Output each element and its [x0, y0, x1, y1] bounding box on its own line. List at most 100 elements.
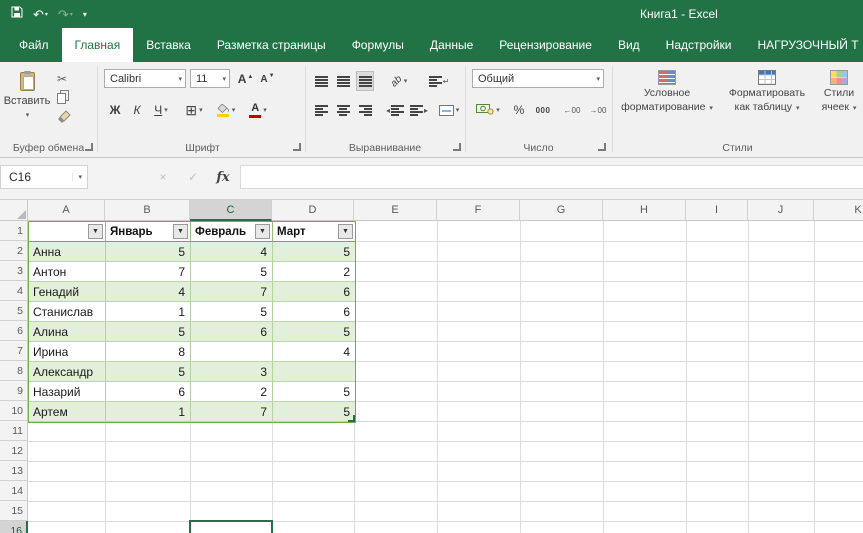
cell-C7[interactable] [191, 342, 273, 361]
cell-B8[interactable]: 5 [106, 362, 191, 381]
column-header-J[interactable]: J [748, 200, 814, 221]
format-painter-button[interactable] [54, 110, 90, 127]
decrease-font-button[interactable]: А▼ [258, 69, 276, 89]
cell-A8[interactable]: Александр [29, 362, 106, 381]
cancel-entry-button[interactable]: × [150, 165, 176, 189]
column-header-B[interactable]: B [105, 200, 190, 221]
cell-D10[interactable]: 5 [273, 402, 355, 421]
number-format-select[interactable]: Общий ▾ [472, 69, 604, 88]
font-family-select[interactable]: Calibri ▾ [104, 69, 186, 88]
paste-button[interactable]: Вставить ▾ [4, 66, 50, 142]
column-header-E[interactable]: E [354, 200, 437, 221]
column-header-H[interactable]: H [603, 200, 686, 221]
percent-style-button[interactable]: % [510, 100, 528, 120]
tab-insert[interactable]: Вставка [133, 28, 204, 62]
row-header-5[interactable]: 5 [0, 301, 28, 321]
filter-button[interactable]: ▼ [173, 224, 188, 239]
align-bottom-button[interactable] [356, 71, 374, 91]
row-header-13[interactable]: 13 [0, 461, 28, 481]
tab-add-ins[interactable]: Надстройки [653, 28, 745, 62]
cell-C2[interactable]: 4 [191, 242, 273, 261]
tab-formulas[interactable]: Формулы [339, 28, 417, 62]
cell-D2[interactable]: 5 [273, 242, 355, 261]
merge-center-button[interactable]: ▾ [434, 100, 464, 120]
align-top-button[interactable] [312, 71, 330, 91]
cell-A7[interactable]: Ирина [29, 342, 106, 361]
cell-B10[interactable]: 1 [106, 402, 191, 421]
table-header-cell[interactable]: Январь▼ [106, 222, 191, 242]
cell-A4[interactable]: Генадий [29, 282, 106, 301]
row-header-9[interactable]: 9 [0, 381, 28, 401]
row-header-11[interactable]: 11 [0, 421, 28, 441]
conditional-formatting-button[interactable]: Условное форматирование ▾ [618, 66, 716, 144]
increase-decimal-button[interactable]: ←00 [560, 100, 584, 120]
row-header-14[interactable]: 14 [0, 481, 28, 501]
orientation-button[interactable]: ab ▾ [384, 71, 414, 91]
alignment-dialog-launcher[interactable] [453, 143, 461, 151]
cell-D9[interactable]: 5 [273, 382, 355, 401]
cell-A3[interactable]: Антон [29, 262, 106, 281]
cell-B5[interactable]: 1 [106, 302, 191, 321]
cell-C6[interactable]: 6 [191, 322, 273, 341]
name-box[interactable]: C16 ▾ [0, 165, 88, 189]
tab-data[interactable]: Данные [417, 28, 486, 62]
column-header-G[interactable]: G [520, 200, 603, 221]
cell-B7[interactable]: 8 [106, 342, 191, 361]
row-header-16[interactable]: 16 [0, 521, 28, 533]
row-header-15[interactable]: 15 [0, 501, 28, 521]
clipboard-dialog-launcher[interactable] [85, 143, 93, 151]
row-header-10[interactable]: 10 [0, 401, 28, 421]
cell-C9[interactable]: 2 [191, 382, 273, 401]
column-header-D[interactable]: D [272, 200, 354, 221]
cell-B6[interactable]: 5 [106, 322, 191, 341]
row-header-1[interactable]: 1 [0, 221, 28, 241]
cell-C3[interactable]: 5 [191, 262, 273, 281]
qat-customize-button[interactable]: ▾ [80, 3, 90, 25]
select-all-corner[interactable] [0, 200, 28, 221]
tab-home[interactable]: Главная [62, 28, 134, 62]
number-dialog-launcher[interactable] [598, 143, 606, 151]
column-header-F[interactable]: F [437, 200, 520, 221]
font-color-button[interactable]: А ▾ [244, 100, 272, 120]
filter-button[interactable]: ▼ [88, 224, 103, 239]
redo-button[interactable]: ↷ ▾ [55, 3, 76, 25]
cell-D5[interactable]: 6 [273, 302, 355, 321]
undo-button[interactable]: ↶ ▾ [30, 3, 51, 25]
cell-A2[interactable]: Анна [29, 242, 106, 261]
row-header-4[interactable]: 4 [0, 281, 28, 301]
save-button[interactable] [8, 3, 26, 25]
italic-button[interactable]: К [128, 100, 146, 120]
insert-function-button[interactable]: fx [210, 165, 236, 189]
cell-B3[interactable]: 7 [106, 262, 191, 281]
table-resize-handle[interactable] [348, 415, 355, 422]
cell-D4[interactable]: 6 [273, 282, 355, 301]
row-header-8[interactable]: 8 [0, 361, 28, 381]
wrap-text-button[interactable]: ↵ [424, 71, 454, 91]
cell-A10[interactable]: Артем [29, 402, 106, 421]
increase-font-button[interactable]: А▲ [236, 69, 254, 89]
align-center-button[interactable] [334, 100, 352, 120]
tab-review[interactable]: Рецензирование [486, 28, 605, 62]
accounting-format-button[interactable]: ▾ [472, 100, 504, 120]
cell-C8[interactable]: 3 [191, 362, 273, 381]
tab-load-test[interactable]: НАГРУЗОЧНЫЙ Т [745, 28, 863, 62]
table-header-cell[interactable]: Февраль▼ [191, 222, 273, 242]
bold-button[interactable]: Ж [106, 100, 124, 120]
cell-D8[interactable] [273, 362, 355, 381]
cell-B2[interactable]: 5 [106, 242, 191, 261]
cell-A6[interactable]: Алина [29, 322, 106, 341]
confirm-entry-button[interactable]: ✓ [180, 165, 206, 189]
font-size-select[interactable]: 11 ▾ [190, 69, 230, 88]
formula-input[interactable] [240, 165, 863, 189]
increase-indent-button[interactable]: ▸ [408, 100, 430, 120]
filter-button[interactable]: ▼ [255, 224, 270, 239]
tab-page-layout[interactable]: Разметка страницы [204, 28, 339, 62]
row-header-12[interactable]: 12 [0, 441, 28, 461]
cell-D7[interactable]: 4 [273, 342, 355, 361]
cell-A9[interactable]: Назарий [29, 382, 106, 401]
cell-styles-button[interactable]: Стили ячеек ▾ [816, 66, 862, 144]
comma-style-button[interactable]: 000 [530, 100, 556, 120]
format-as-table-button[interactable]: Форматировать как таблицу ▾ [722, 66, 812, 144]
column-header-K[interactable]: K [814, 200, 863, 221]
align-left-button[interactable] [312, 100, 330, 120]
